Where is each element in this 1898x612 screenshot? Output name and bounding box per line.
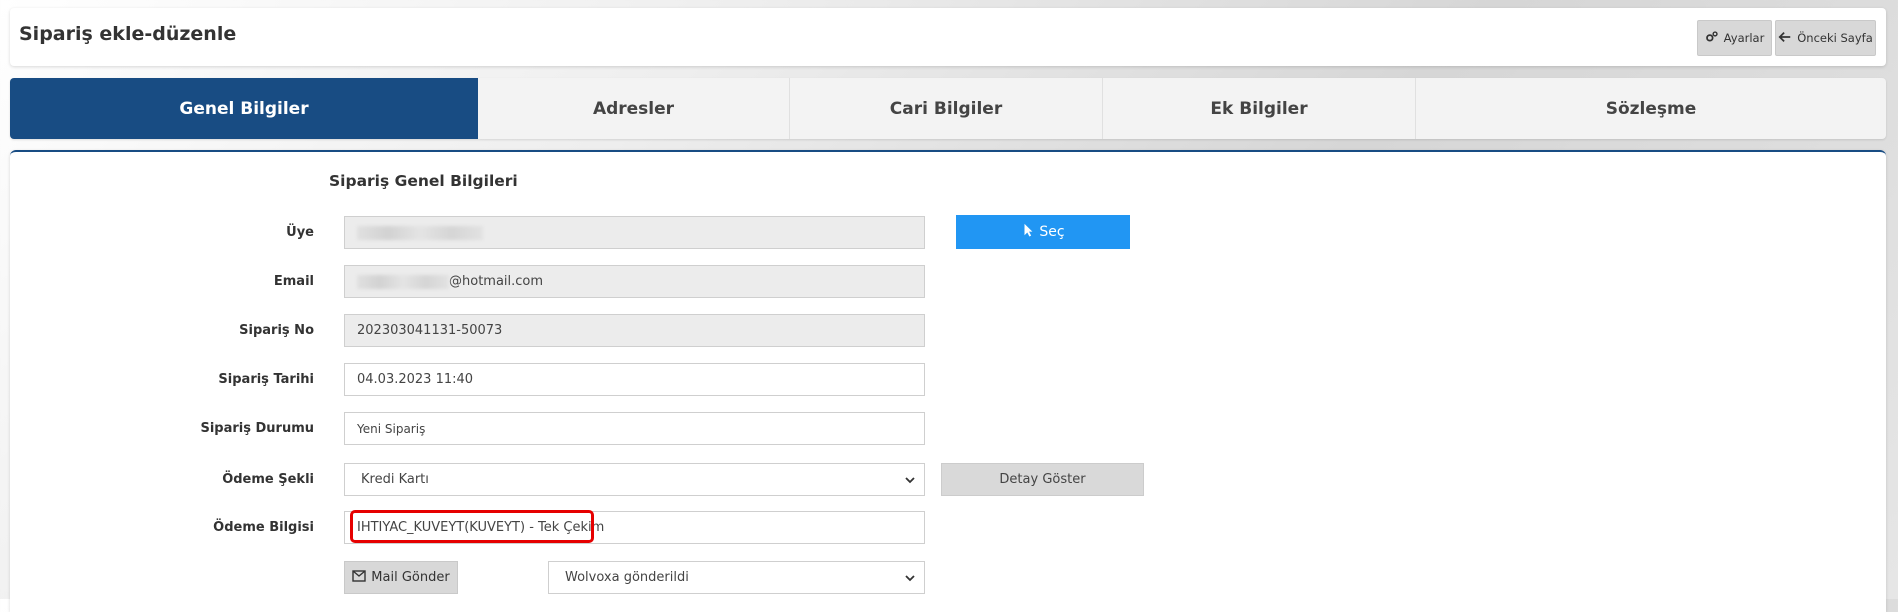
tab-cari-bilgiler[interactable]: Cari Bilgiler xyxy=(790,78,1103,139)
order-no-label: Sipariş No xyxy=(239,323,314,338)
redacted-email-user xyxy=(357,274,449,289)
payment-method-select[interactable]: Kredi Kartı xyxy=(344,463,925,496)
page-title: Sipariş ekle-düzenle xyxy=(19,23,237,45)
cursor-pointer-icon xyxy=(1021,223,1035,241)
order-date-input[interactable]: 04.03.2023 11:40 xyxy=(344,363,925,396)
settings-button-label: Ayarlar xyxy=(1723,31,1765,45)
wolvoxa-status-selected: Wolvoxa gönderildi xyxy=(565,570,689,585)
payment-method-label: Ödeme Şekli xyxy=(222,472,314,487)
email-domain: @hotmail.com xyxy=(449,274,544,289)
email-label: Email xyxy=(273,274,314,289)
arrow-left-icon xyxy=(1778,30,1792,47)
section-title: Sipariş Genel Bilgileri xyxy=(329,172,518,190)
send-mail-button[interactable]: Mail Gönder xyxy=(344,561,458,594)
order-status-input[interactable]: Yeni Sipariş xyxy=(344,412,925,445)
member-field xyxy=(344,216,925,249)
send-mail-button-label: Mail Gönder xyxy=(371,570,450,585)
wolvoxa-status-select[interactable]: Wolvoxa gönderildi xyxy=(548,561,925,594)
payment-info-label: Ödeme Bilgisi xyxy=(213,520,314,535)
email-field: @hotmail.com xyxy=(344,265,925,298)
envelope-icon xyxy=(352,569,366,586)
select-member-button[interactable]: Seç xyxy=(956,215,1130,249)
member-label: Üye xyxy=(286,225,314,240)
settings-button[interactable]: Ayarlar xyxy=(1697,20,1772,56)
order-no-field: 202303041131-50073 xyxy=(344,314,925,347)
tab-ek-bilgiler[interactable]: Ek Bilgiler xyxy=(1103,78,1416,139)
page-header: Sipariş ekle-düzenle Ayarlar Önceki Sayf… xyxy=(10,8,1886,66)
detail-show-button[interactable]: Detay Göster xyxy=(941,463,1144,496)
chevron-down-icon xyxy=(904,474,916,486)
tab-bar: Genel Bilgiler Adresler Cari Bilgiler Ek… xyxy=(10,78,1886,139)
tab-sozlesme[interactable]: Sözleşme xyxy=(1416,78,1886,139)
order-date-label: Sipariş Tarihi xyxy=(218,372,314,387)
select-member-button-label: Seç xyxy=(1039,224,1065,240)
order-form-card: Sipariş Genel Bilgileri Üye Seç Email @h… xyxy=(10,150,1886,612)
previous-page-button[interactable]: Önceki Sayfa xyxy=(1775,20,1876,56)
redacted-member-name xyxy=(357,225,483,240)
gears-icon xyxy=(1705,30,1719,47)
payment-info-highlight xyxy=(350,510,594,543)
payment-method-selected: Kredi Kartı xyxy=(361,472,429,487)
tab-genel-bilgiler[interactable]: Genel Bilgiler xyxy=(10,78,478,139)
tab-adresler[interactable]: Adresler xyxy=(478,78,790,139)
chevron-down-icon xyxy=(904,572,916,584)
order-status-label: Sipariş Durumu xyxy=(200,421,314,436)
previous-page-button-label: Önceki Sayfa xyxy=(1797,31,1873,45)
